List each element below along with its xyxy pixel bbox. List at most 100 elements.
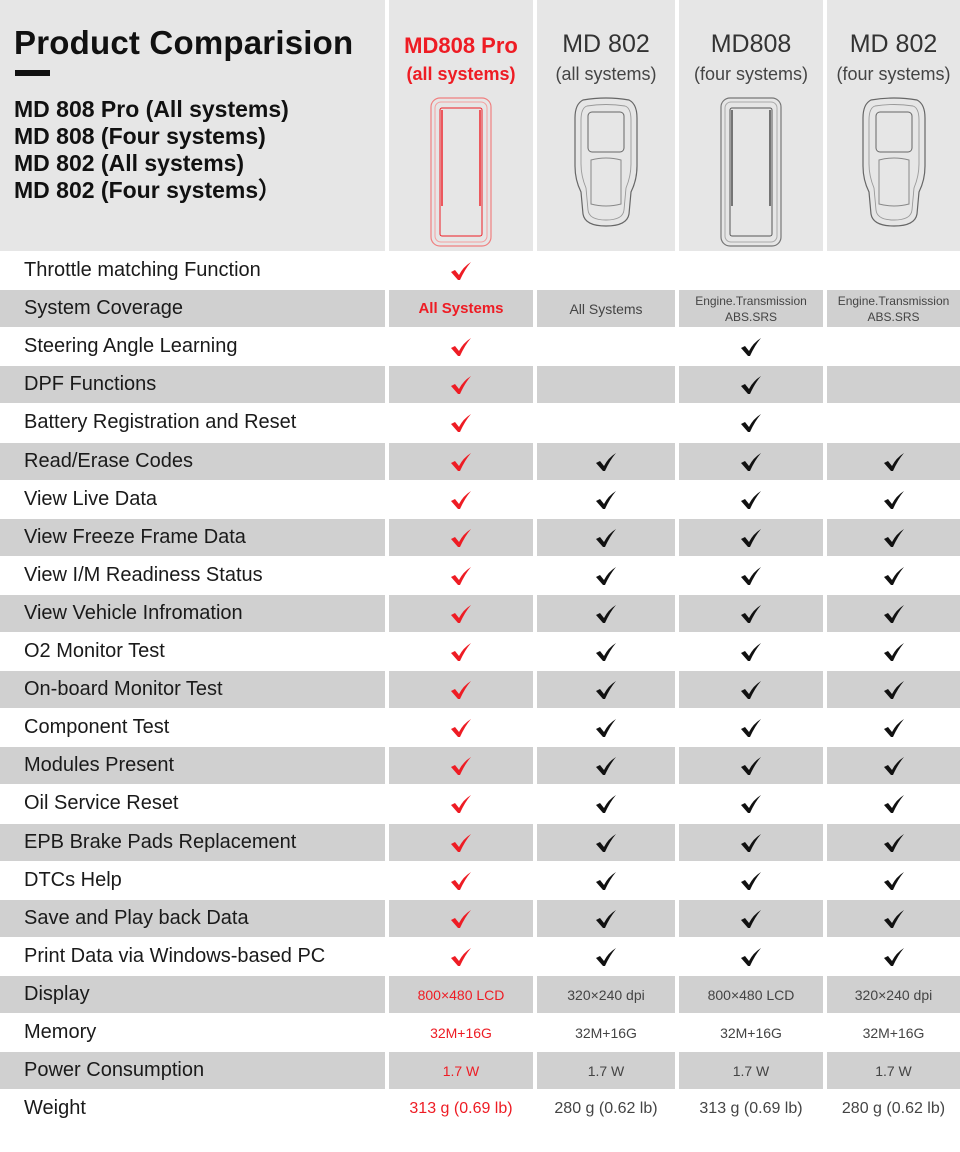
value-cell: 800×480 LCD (389, 976, 533, 1013)
product-header-md808-four: MD808 (four systems) (679, 0, 823, 251)
value-cell (537, 366, 675, 403)
product-subtitle: (all systems) (406, 64, 516, 84)
table-row: View I/M Readiness Status (0, 556, 960, 594)
value-text: 1.7 W (587, 1062, 625, 1079)
check-icon (596, 909, 616, 928)
value-cell (389, 633, 533, 670)
value-cell (827, 862, 960, 899)
check-icon (883, 947, 904, 966)
value-cell: 1.7 W (827, 1052, 960, 1089)
check-icon (883, 528, 904, 547)
value-cell (679, 328, 823, 365)
feature-label: DTCs Help (24, 869, 122, 891)
feature-label: Read/Erase Codes (0, 443, 385, 480)
table-row: Weight 313 g (0.69 lb) 280 g (0.62 lb) 313 … (0, 1089, 960, 1127)
check-icon (741, 528, 761, 547)
feature-label: Oil Service Reset (24, 792, 179, 814)
value-cell (537, 252, 675, 289)
value-cell (679, 900, 823, 937)
value-cell (679, 443, 823, 480)
value-cell (537, 900, 675, 937)
value-cell (537, 709, 675, 746)
value-cell: 32M+16G (827, 1014, 960, 1051)
tablet-scanner-icon (430, 97, 492, 247)
models-list-item: MD 808 Pro (All systems) (14, 96, 289, 122)
table-row: Battery Registration and Reset (0, 403, 960, 441)
check-icon (596, 604, 616, 623)
feature-label: EPB Brake Pads Replacement (0, 824, 385, 861)
title-underline (15, 70, 50, 76)
value-text: All Systems (418, 300, 504, 317)
check-icon (741, 833, 761, 852)
table-row: Display 800×480 LCD 320×240 dpi 800×480 LCD… (0, 975, 960, 1013)
value-cell: 32M+16G (537, 1014, 675, 1051)
value-cell (389, 557, 533, 594)
value-cell (827, 900, 960, 937)
comparison-header: Product Comparision MD 808 Pro (All syst… (0, 0, 960, 251)
value-cell: 800×480 LCD (679, 976, 823, 1013)
product-header-md808-pro: MD808 Pro (all systems) (389, 0, 533, 251)
feature-label: View I/M Readiness Status (24, 564, 263, 586)
value-cell (389, 366, 533, 403)
check-icon (883, 680, 904, 699)
product-header-md802-all: MD 802 (all systems) (537, 0, 675, 251)
value-cell (679, 633, 823, 670)
feature-label: System Coverage (0, 290, 385, 327)
value-cell (827, 633, 960, 670)
value-text: 280 g (0.62 lb) (841, 1099, 946, 1117)
check-icon (741, 947, 761, 966)
value-cell (679, 557, 823, 594)
value-cell (827, 366, 960, 403)
value-cell: 1.7 W (679, 1052, 823, 1089)
table-row: O2 Monitor Test (0, 632, 960, 670)
check-icon (596, 490, 616, 509)
value-cell (537, 633, 675, 670)
feature-label: Save and Play back Data (0, 900, 385, 937)
check-icon (451, 375, 471, 394)
table-row: EPB Brake Pads Replacement (0, 823, 960, 861)
feature-label: Battery Registration and Reset (24, 411, 297, 433)
check-icon (596, 756, 616, 775)
table-row: Steering Angle Learning (0, 327, 960, 365)
check-icon (883, 794, 904, 813)
value-cell: 280 g (0.62 lb) (827, 1090, 960, 1127)
value-cell: 320×240 dpi (827, 976, 960, 1013)
value-cell (827, 824, 960, 861)
value-cell (827, 252, 960, 289)
models-list: MD 808 Pro (All systems) MD 808 (Four sy… (14, 96, 289, 204)
table-row: On-board Monitor Test (0, 670, 960, 708)
check-icon (451, 642, 471, 661)
value-cell (537, 938, 675, 975)
value-text: 320×240 dpi (567, 986, 645, 1003)
check-icon (451, 528, 471, 547)
value-cell: 32M+16G (389, 1014, 533, 1051)
check-icon (883, 642, 904, 661)
check-icon (883, 833, 904, 852)
check-icon (451, 756, 471, 775)
value-text: 32M+16G (575, 1024, 637, 1041)
value-cell (389, 709, 533, 746)
value-cell (827, 404, 960, 441)
feature-label: DPF Functions (0, 366, 385, 403)
value-cell (827, 709, 960, 746)
check-icon (883, 490, 904, 509)
value-cell (537, 443, 675, 480)
value-text: 1.7 W (442, 1062, 480, 1079)
check-icon (883, 871, 904, 890)
check-icon (451, 680, 471, 699)
table-row: Memory 32M+16G 32M+16G 32M+16G 32M+16G (0, 1013, 960, 1051)
value-cell (679, 595, 823, 632)
check-icon (451, 871, 471, 890)
value-cell (537, 862, 675, 899)
value-text: 320×240 dpi (854, 986, 933, 1003)
check-icon (741, 490, 761, 509)
value-cell (679, 366, 823, 403)
handheld-scanner-icon (574, 97, 638, 227)
value-cell: 1.7 W (389, 1052, 533, 1089)
check-icon (451, 947, 471, 966)
check-icon (451, 794, 471, 813)
value-cell (679, 404, 823, 441)
feature-label: Component Test (24, 716, 170, 738)
check-icon (883, 566, 904, 585)
value-cell (537, 747, 675, 784)
